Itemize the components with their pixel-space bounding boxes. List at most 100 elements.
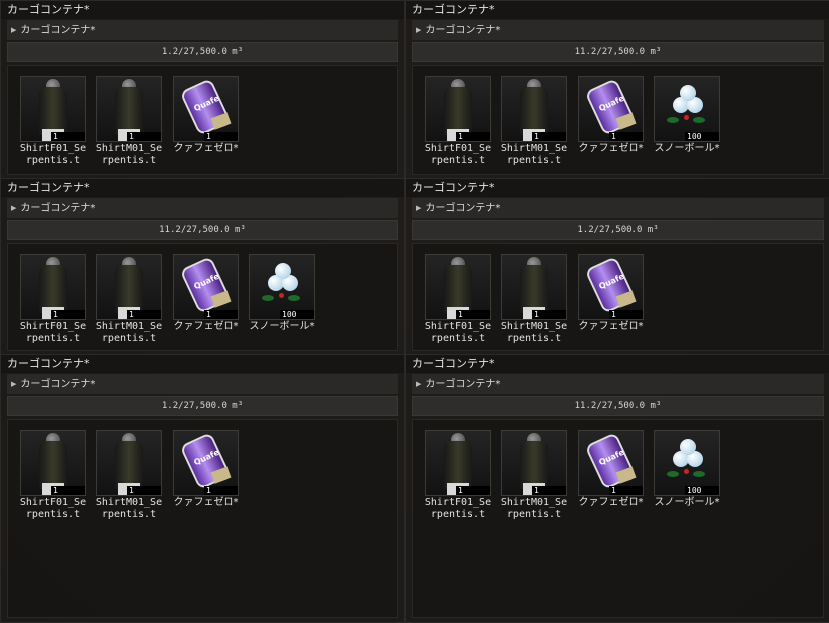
quafe-zero-icon[interactable]: Quafe 1 [173, 254, 239, 320]
container-tree-node[interactable]: ▶ カーゴコンテナ* [7, 198, 398, 218]
inventory-item[interactable]: 1 ShirtM01_Serpentis.t [501, 430, 567, 521]
cargo-container-window[interactable]: カーゴコンテナ* ▶ カーゴコンテナ* 1.2/27,500.0 m³ 1 ShirtF0… [0, 0, 405, 180]
male-shirt-icon[interactable]: 1 [96, 76, 162, 142]
inventory-item[interactable]: 1 ShirtF01_Serpentis.t [425, 430, 491, 521]
quantity-badge: 100 [685, 486, 719, 495]
quantity-badge: 100 [280, 310, 314, 319]
female-shirt-icon[interactable]: 1 [425, 76, 491, 142]
inventory-item[interactable]: Quafe 1 クァフェゼロ* [173, 254, 239, 333]
expand-arrow-icon[interactable]: ▶ [416, 374, 421, 394]
quafe-zero-icon[interactable]: Quafe 1 [578, 76, 644, 142]
female-shirt-icon[interactable]: 1 [20, 430, 86, 496]
cargo-container-window[interactable]: カーゴコンテナ* ▶ カーゴコンテナ* 1.2/27,500.0 m³ 1 ShirtF0… [0, 354, 405, 623]
inventory-item[interactable]: 1 ShirtF01_Serpentis.t [20, 76, 86, 167]
inventory-item[interactable]: 1 ShirtM01_Serpentis.t [96, 254, 162, 345]
inventory-item[interactable]: Quafe 1 クァフェゼロ* [578, 254, 644, 333]
cargo-container-window[interactable]: カーゴコンテナ* ▶ カーゴコンテナ* 1.2/27,500.0 m³ 1 ShirtF0… [405, 178, 829, 356]
female-shirt-icon[interactable]: 1 [20, 254, 86, 320]
inventory-item[interactable]: 1 ShirtM01_Serpentis.t [501, 254, 567, 345]
container-tree-node[interactable]: ▶ カーゴコンテナ* [412, 198, 824, 218]
window-title[interactable]: カーゴコンテナ* [1, 179, 404, 197]
inventory-item[interactable]: 1 ShirtM01_Serpentis.t [96, 430, 162, 521]
inventory-item[interactable]: Quafe 1 クァフェゼロ* [173, 430, 239, 509]
inventory-item[interactable]: Quafe 1 クァフェゼロ* [578, 76, 644, 155]
window-title[interactable]: カーゴコンテナ* [406, 1, 829, 19]
capacity-gauge: 11.2/27,500.0 m³ [7, 220, 398, 240]
expand-arrow-icon[interactable]: ▶ [11, 20, 16, 40]
expand-arrow-icon[interactable]: ▶ [11, 374, 16, 394]
inventory-item[interactable]: 1 ShirtF01_Serpentis.t [425, 254, 491, 345]
item-name: ShirtM01_Serpentis.t [500, 497, 568, 520]
inventory-item[interactable]: Quafe 1 クァフェゼロ* [173, 76, 239, 155]
snowball-icon[interactable]: 100 [249, 254, 315, 320]
item-name: ShirtF01_Serpentis.t [424, 497, 492, 520]
capacity-gauge: 1.2/27,500.0 m³ [412, 220, 824, 240]
inventory-item[interactable]: 100 スノーボール* [654, 76, 720, 155]
window-title[interactable]: カーゴコンテナ* [1, 355, 404, 373]
male-shirt-icon[interactable]: 1 [501, 254, 567, 320]
quafe-zero-icon[interactable]: Quafe 1 [578, 430, 644, 496]
quantity-badge: 1 [127, 132, 161, 141]
item-name: クァフェゼロ* [173, 321, 239, 332]
tree-node-label: カーゴコンテナ* [20, 379, 96, 390]
item-grid[interactable]: 1 ShirtF01_Serpentis.t 1 ShirtM01_Serpentis… [412, 243, 824, 351]
quantity-badge: 1 [609, 132, 643, 141]
capacity-gauge: 1.2/27,500.0 m³ [7, 396, 398, 416]
window-title[interactable]: カーゴコンテナ* [406, 355, 829, 373]
item-grid[interactable]: 1 ShirtF01_Serpentis.t 1 ShirtM01_Serpentis… [412, 419, 824, 618]
cargo-container-window[interactable]: カーゴコンテナ* ▶ カーゴコンテナ* 11.2/27,500.0 m³ 1 ShirtF… [405, 354, 829, 623]
container-tree-node[interactable]: ▶ カーゴコンテナ* [7, 20, 398, 40]
container-tree-node[interactable]: ▶ カーゴコンテナ* [412, 374, 824, 394]
male-shirt-icon[interactable]: 1 [96, 430, 162, 496]
inventory-item[interactable]: 100 スノーボール* [654, 430, 720, 509]
window-title[interactable]: カーゴコンテナ* [1, 1, 404, 19]
capacity-gauge: 11.2/27,500.0 m³ [412, 396, 824, 416]
item-name: クァフェゼロ* [578, 497, 644, 508]
quantity-badge: 1 [532, 132, 566, 141]
expand-arrow-icon[interactable]: ▶ [11, 198, 16, 218]
quantity-badge: 1 [609, 310, 643, 319]
inventory-item[interactable]: 1 ShirtF01_Serpentis.t [425, 76, 491, 167]
quantity-badge: 1 [51, 132, 85, 141]
cargo-container-window[interactable]: カーゴコンテナ* ▶ カーゴコンテナ* 11.2/27,500.0 m³ 1 ShirtF… [405, 0, 829, 180]
item-name: クァフェゼロ* [173, 497, 239, 508]
male-shirt-icon[interactable]: 1 [501, 430, 567, 496]
item-grid[interactable]: 1 ShirtF01_Serpentis.t 1 ShirtM01_Serpentis… [7, 419, 398, 618]
inventory-item[interactable]: 1 ShirtF01_Serpentis.t [20, 430, 86, 521]
item-name: スノーボール* [249, 321, 315, 332]
item-grid[interactable]: 1 ShirtF01_Serpentis.t 1 ShirtM01_Serpentis… [7, 243, 398, 351]
quafe-zero-icon[interactable]: Quafe 1 [578, 254, 644, 320]
item-grid[interactable]: 1 ShirtF01_Serpentis.t 1 ShirtM01_Serpentis… [412, 65, 824, 175]
item-grid[interactable]: 1 ShirtF01_Serpentis.t 1 ShirtM01_Serpentis… [7, 65, 398, 175]
quantity-badge: 1 [204, 132, 238, 141]
inventory-item[interactable]: Quafe 1 クァフェゼロ* [578, 430, 644, 509]
item-name: ShirtF01_Serpentis.t [19, 321, 87, 344]
inventory-item[interactable]: 1 ShirtM01_Serpentis.t [96, 76, 162, 167]
inventory-item[interactable]: 100 スノーボール* [249, 254, 315, 333]
item-name: ShirtM01_Serpentis.t [500, 321, 568, 344]
quafe-zero-icon[interactable]: Quafe 1 [173, 76, 239, 142]
inventory-item[interactable]: 1 ShirtF01_Serpentis.t [20, 254, 86, 345]
quantity-badge: 1 [204, 310, 238, 319]
female-shirt-icon[interactable]: 1 [425, 254, 491, 320]
expand-arrow-icon[interactable]: ▶ [416, 20, 421, 40]
quafe-zero-icon[interactable]: Quafe 1 [173, 430, 239, 496]
quantity-badge: 1 [609, 486, 643, 495]
window-title[interactable]: カーゴコンテナ* [406, 179, 829, 197]
snowball-icon[interactable]: 100 [654, 430, 720, 496]
expand-arrow-icon[interactable]: ▶ [416, 198, 421, 218]
container-tree-node[interactable]: ▶ カーゴコンテナ* [7, 374, 398, 394]
inventory-item[interactable]: 1 ShirtM01_Serpentis.t [501, 76, 567, 167]
quantity-badge: 1 [456, 310, 490, 319]
quantity-badge: 100 [685, 132, 719, 141]
female-shirt-icon[interactable]: 1 [425, 430, 491, 496]
tree-node-label: カーゴコンテナ* [425, 379, 501, 390]
snowball-icon[interactable]: 100 [654, 76, 720, 142]
quantity-badge: 1 [51, 486, 85, 495]
quantity-badge: 1 [51, 310, 85, 319]
container-tree-node[interactable]: ▶ カーゴコンテナ* [412, 20, 824, 40]
cargo-container-window[interactable]: カーゴコンテナ* ▶ カーゴコンテナ* 11.2/27,500.0 m³ 1 ShirtF… [0, 178, 405, 356]
male-shirt-icon[interactable]: 1 [96, 254, 162, 320]
male-shirt-icon[interactable]: 1 [501, 76, 567, 142]
female-shirt-icon[interactable]: 1 [20, 76, 86, 142]
